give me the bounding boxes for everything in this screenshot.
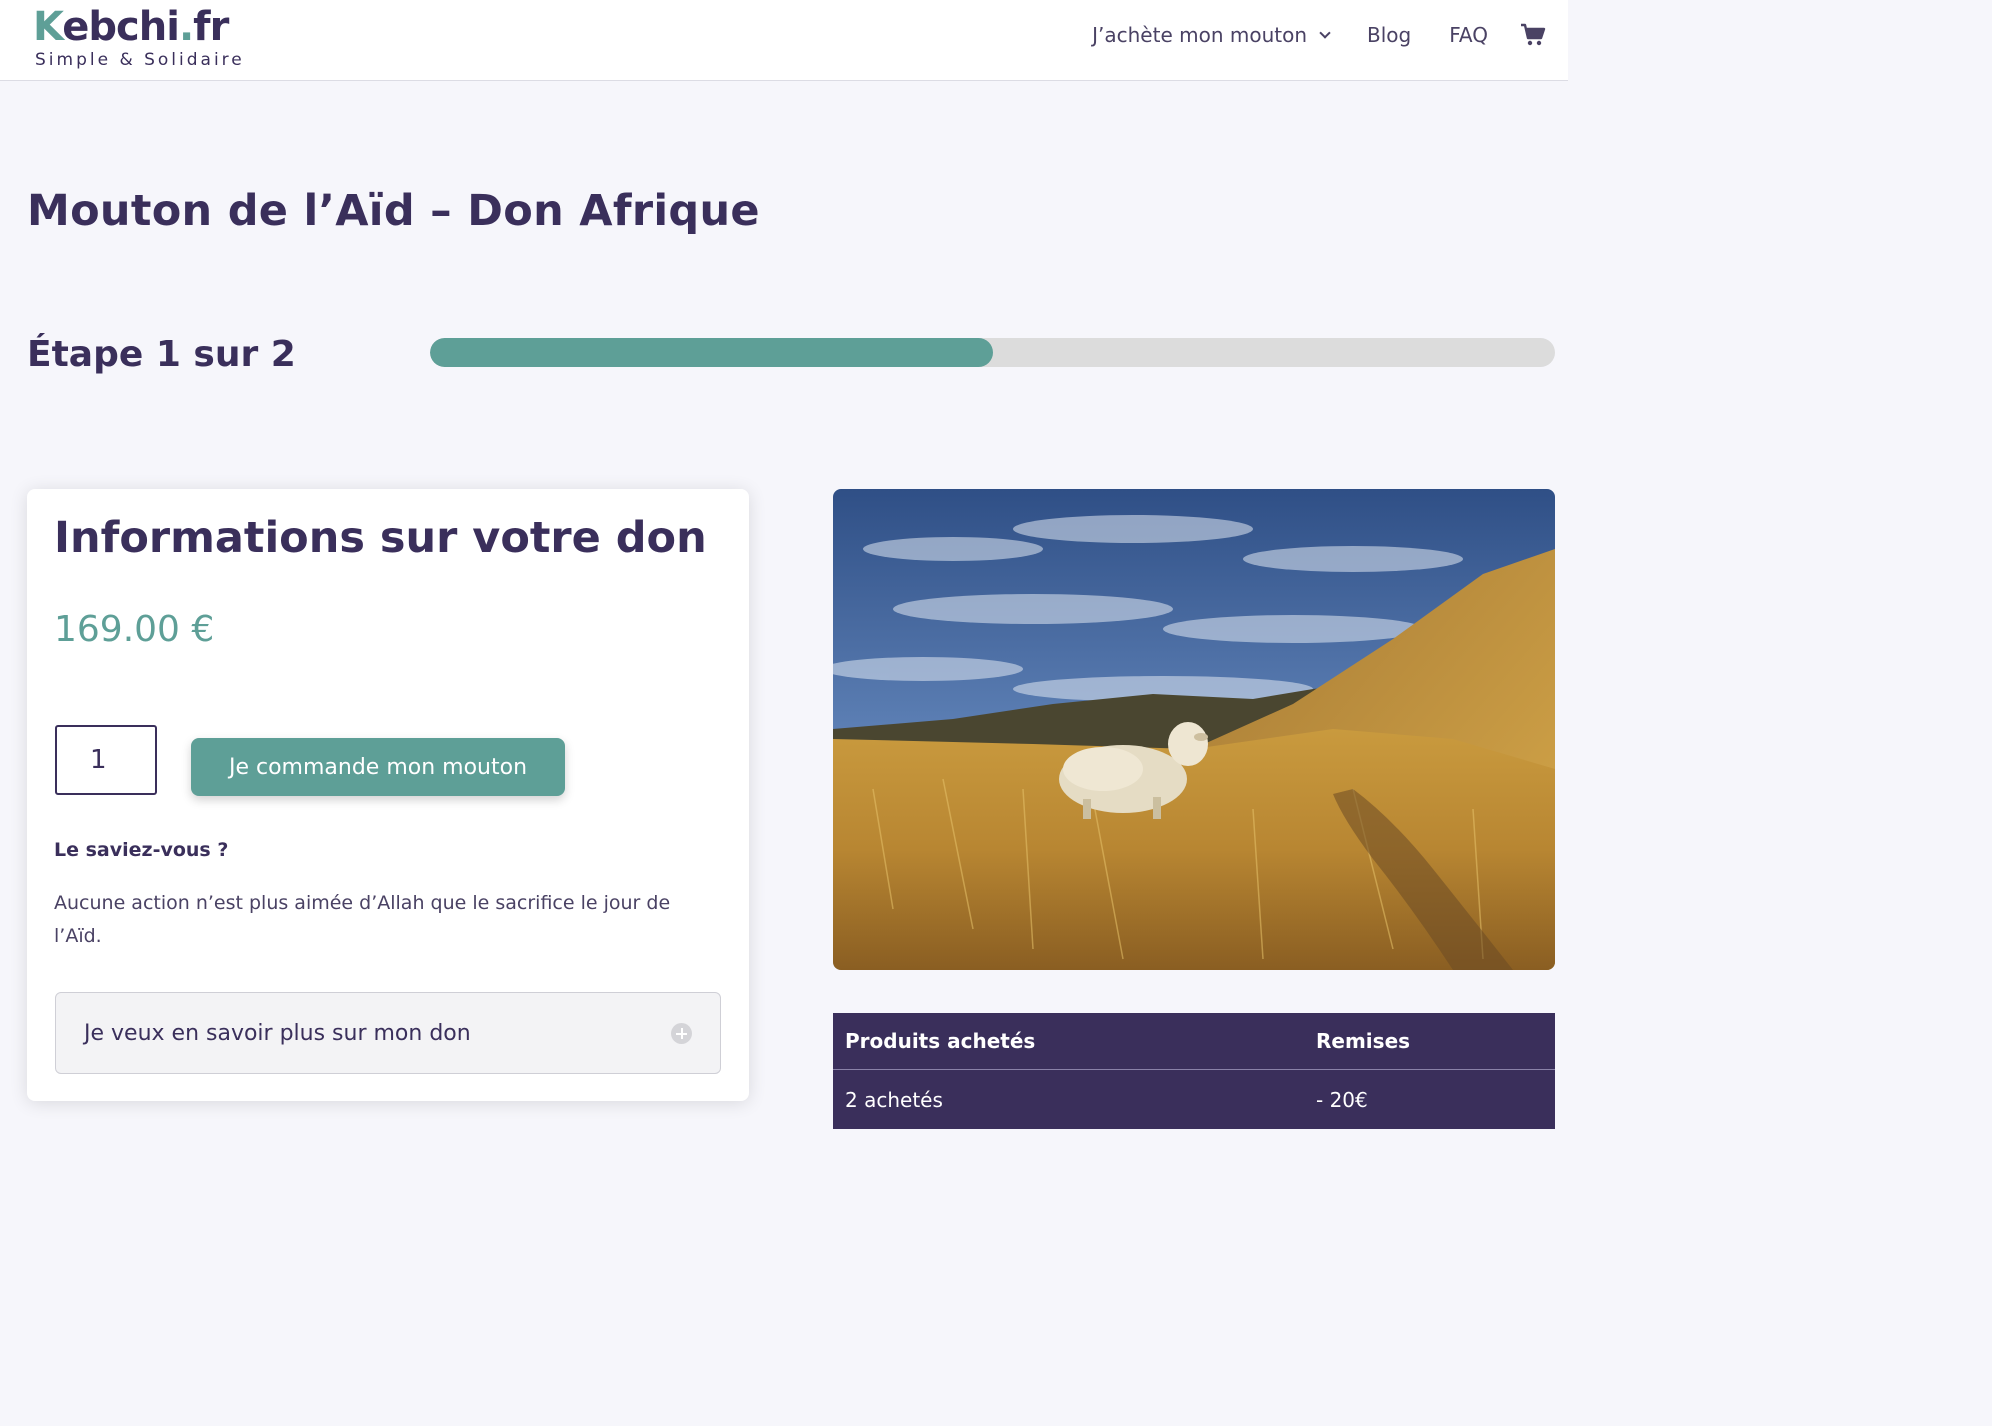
price: 169.00 € xyxy=(54,609,215,650)
order-button[interactable]: Je commande mon mouton xyxy=(191,738,565,796)
cart-icon[interactable] xyxy=(1520,22,1546,48)
progress-bar xyxy=(430,338,1555,367)
did-you-know-heading: Le saviez-vous ? xyxy=(54,839,229,861)
table-row: 2 achetés - 20€ xyxy=(833,1069,1555,1129)
sheep-photo xyxy=(833,489,1555,970)
donation-info-card: Informations sur votre don 169.00 € Je c… xyxy=(27,489,749,1101)
nav-item-label: Blog xyxy=(1367,23,1412,47)
table-cell: - 20€ xyxy=(1316,1087,1368,1112)
nav-item-label: FAQ xyxy=(1449,23,1488,47)
chevron-down-icon xyxy=(1319,26,1331,39)
discount-table: Produits achetés Remises 2 achetés - 20€ xyxy=(833,1013,1555,1129)
plus-circle-icon[interactable] xyxy=(671,1023,692,1044)
table-header: Produits achetés Remises xyxy=(833,1013,1555,1069)
nav-item-faq[interactable]: FAQ xyxy=(1449,23,1488,47)
accordion-label: Je veux en savoir plus sur mon don xyxy=(84,1020,471,1046)
nav-item-blog[interactable]: Blog xyxy=(1367,23,1411,47)
fact-text: Aucune action n’est plus aimée d’Allah q… xyxy=(54,892,671,947)
step-label: Étape 1 sur 2 xyxy=(27,334,296,375)
quantity-input[interactable] xyxy=(55,725,157,795)
column-header: Produits achetés xyxy=(845,1029,1036,1053)
main-nav: J’achète mon mouton Blog FAQ xyxy=(1092,22,1546,48)
nav-item-buy-sheep[interactable]: J’achète mon mouton xyxy=(1092,23,1331,47)
progress-fill xyxy=(430,338,993,367)
learn-more-accordion[interactable]: Je veux en savoir plus sur mon don xyxy=(55,992,721,1074)
card-title: Informations sur votre don xyxy=(54,513,707,563)
nav-item-label: J’achète mon mouton xyxy=(1092,23,1308,47)
logo-tagline: Simple & Solidaire xyxy=(35,50,245,70)
site-header: Kebchi.fr Simple & Solidaire J’achète mo… xyxy=(0,0,1568,81)
table-cell: 2 achetés xyxy=(845,1087,943,1112)
logo-wordmark: Kebchi.fr xyxy=(33,4,229,50)
logo[interactable]: Kebchi.fr Simple & Solidaire xyxy=(33,4,245,70)
page-title: Mouton de l’Aïd – Don Afrique xyxy=(27,186,760,236)
column-header: Remises xyxy=(1316,1029,1411,1053)
